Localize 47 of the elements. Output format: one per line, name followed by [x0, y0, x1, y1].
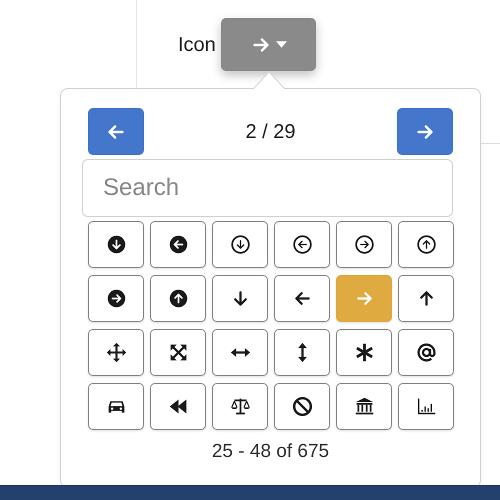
- icon-option-button[interactable]: [274, 221, 330, 268]
- expand-arrows-icon: [168, 342, 188, 363]
- icon-option-button[interactable]: [398, 383, 454, 430]
- arrow-right-circle-icon: [106, 288, 126, 309]
- icon-option-button[interactable]: [88, 275, 144, 322]
- arrow-left-circle-icon: [292, 234, 312, 255]
- caret-icon: [276, 41, 287, 48]
- icon-option-button[interactable]: [212, 329, 268, 376]
- page-indicator: 2 / 29: [245, 120, 296, 144]
- icon-option-button[interactable]: [88, 221, 144, 268]
- balance-scale-icon: [230, 396, 250, 417]
- icon-option-button[interactable]: [398, 275, 454, 322]
- icon-option-button[interactable]: [88, 383, 144, 430]
- icon-option-button[interactable]: [150, 329, 206, 376]
- icon-option-button[interactable]: [150, 221, 206, 268]
- move-arrows-icon: [106, 342, 126, 363]
- icon-option-button[interactable]: [398, 221, 454, 268]
- picker-label: Icon: [178, 34, 216, 54]
- icon-option-button[interactable]: [274, 275, 330, 322]
- arrow-left-circle-icon: [168, 234, 188, 255]
- bar-chart-icon: [416, 396, 436, 417]
- icon-option-button[interactable]: [88, 329, 144, 376]
- icon-option-button[interactable]: [398, 329, 454, 376]
- arrow-down-circle-icon: [106, 234, 126, 255]
- next-page-button[interactable]: [396, 108, 453, 155]
- icon-option-button[interactable]: [212, 383, 268, 430]
- at-sign-icon: [416, 342, 436, 363]
- bank-icon: [354, 396, 374, 417]
- arrow-right-circle-icon: [354, 234, 374, 255]
- arrow-down-circle-icon: [230, 234, 250, 255]
- previous-page-button[interactable]: [88, 108, 144, 155]
- icon-option-button[interactable]: [336, 329, 392, 376]
- icon-picker-button[interactable]: [220, 18, 316, 71]
- icon-option-button[interactable]: [212, 221, 268, 268]
- icon-option-button[interactable]: [336, 221, 392, 268]
- arrow-up-circle-icon: [416, 234, 436, 255]
- icon-option-button[interactable]: [150, 275, 206, 322]
- icon-option-button[interactable]: [274, 329, 330, 376]
- ban-icon: [292, 396, 312, 417]
- arrow-up-circle-icon: [168, 288, 188, 309]
- result-range: 25 - 48 of 675: [210, 440, 330, 464]
- icon-option-button[interactable]: [274, 383, 330, 430]
- icon-option-button[interactable]: [336, 383, 392, 430]
- asterisk-icon: [354, 342, 374, 363]
- search-field[interactable]: Search: [82, 159, 453, 217]
- icon-option-button[interactable]: [150, 383, 206, 430]
- icon-option-button[interactable]: [212, 275, 268, 322]
